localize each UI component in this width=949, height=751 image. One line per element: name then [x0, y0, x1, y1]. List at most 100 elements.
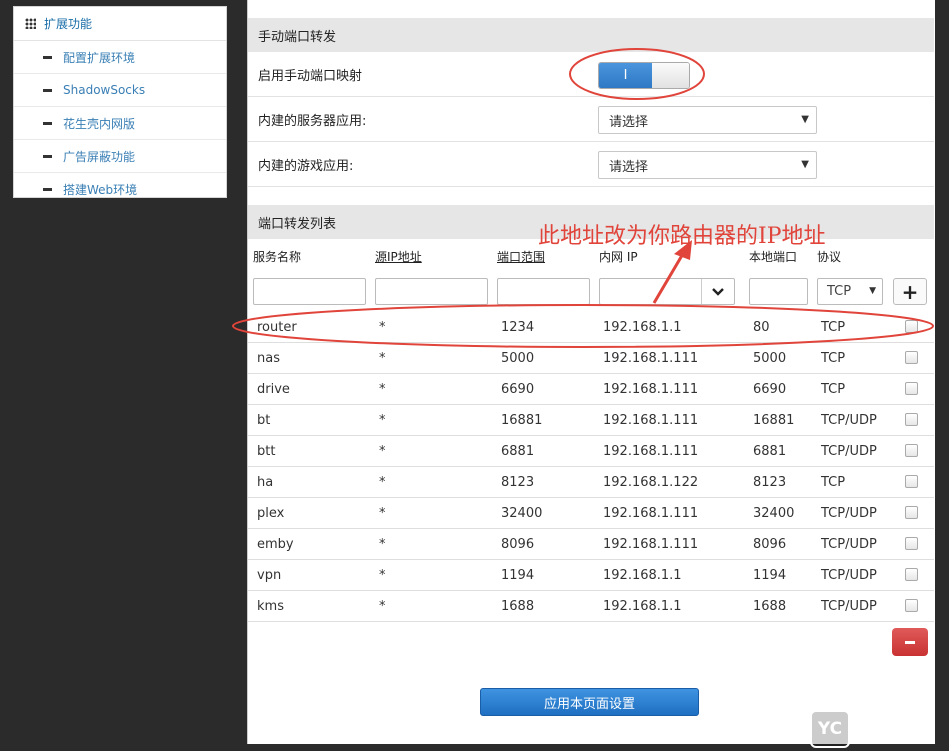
cell-src-ip: * — [379, 351, 386, 366]
table-row: drive * 6690 192.168.1.111 6690 TCP — [248, 374, 934, 405]
cell-lan-ip: 192.168.1.111 — [603, 444, 699, 459]
apply-settings-button[interactable]: 应用本页面设置 — [480, 688, 699, 716]
cell-src-ip: * — [379, 506, 386, 521]
server-app-select[interactable]: 请选择 ▼ — [598, 106, 817, 134]
sidebar-item-label: 搭建Web环境 — [63, 182, 138, 197]
sidebar: 扩展功能 配置扩展环境 ShadowSocks 花生壳内网版 广告屏蔽功能 搭建… — [13, 6, 227, 198]
table-row: nas * 5000 192.168.1.111 5000 TCP — [248, 343, 934, 374]
enable-label: 启用手动端口映射 — [258, 68, 363, 84]
cell-src-ip: * — [379, 475, 386, 490]
game-app-select[interactable]: 请选择 ▼ — [598, 151, 817, 179]
enable-toggle[interactable]: I — [598, 62, 690, 89]
game-app-label: 内建的游戏应用: — [258, 158, 354, 174]
watermark-line1: ©渊澄YC — [858, 711, 922, 729]
cell-port-range: 8096 — [501, 537, 535, 552]
cell-name: emby — [257, 537, 294, 552]
row-select-checkbox[interactable] — [905, 599, 918, 612]
new-src-ip-input[interactable] — [375, 278, 488, 305]
lan-ip-dropdown-button[interactable] — [701, 279, 734, 304]
new-name-input[interactable] — [253, 278, 366, 305]
delete-rule-button[interactable] — [892, 628, 928, 656]
row-select-checkbox[interactable] — [905, 568, 918, 581]
cell-local-port: 6881 — [753, 444, 787, 459]
add-rule-button[interactable]: + — [893, 278, 927, 305]
table-row: emby * 8096 192.168.1.111 8096 TCP/UDP — [248, 529, 934, 560]
sidebar-item-peanut-shell[interactable]: 花生壳内网版 — [14, 107, 226, 140]
enable-row: 启用手动端口映射 — [248, 52, 934, 97]
cell-local-port: 1688 — [753, 599, 787, 614]
cell-protocol: TCP/UDP — [821, 444, 877, 459]
manual-forward-header: 手动端口转发 — [248, 18, 934, 52]
select-value: 请选择 — [609, 114, 649, 130]
cell-protocol: TCP — [821, 320, 846, 335]
cell-port-range: 32400 — [501, 506, 543, 521]
dropdown-arrow-icon: ▼ — [801, 159, 809, 170]
table-row: router * 1234 192.168.1.1 80 TCP — [248, 312, 934, 343]
column-header-port-range[interactable]: 端口范围 — [497, 248, 545, 265]
cell-name: btt — [257, 444, 276, 459]
sidebar-item-config[interactable]: 配置扩展环境 — [14, 41, 226, 74]
cell-name: drive — [257, 382, 290, 397]
toggle-off-part — [652, 63, 689, 88]
cell-local-port: 80 — [753, 320, 770, 335]
cell-port-range: 6881 — [501, 444, 535, 459]
cell-name: router — [257, 320, 297, 335]
cell-name: plex — [257, 506, 285, 521]
row-select-checkbox[interactable] — [905, 320, 918, 333]
cell-protocol: TCP/UDP — [821, 599, 877, 614]
cell-name: kms — [257, 599, 284, 614]
chevron-down-icon — [712, 287, 724, 296]
new-local-port-input[interactable] — [749, 278, 808, 305]
cell-local-port: 16881 — [753, 413, 795, 428]
cell-protocol: TCP/UDP — [821, 537, 877, 552]
column-header-local-port: 本地端口 — [749, 250, 798, 264]
cell-name: nas — [257, 351, 280, 366]
sidebar-item-label: 花生壳内网版 — [63, 116, 136, 131]
table-row: vpn * 1194 192.168.1.1 1194 TCP/UDP — [248, 560, 934, 591]
server-app-row: 内建的服务器应用: — [248, 97, 934, 142]
new-port-range-input[interactable] — [497, 278, 590, 305]
cell-port-range: 8123 — [501, 475, 535, 490]
row-select-checkbox[interactable] — [905, 537, 918, 550]
new-protocol-select[interactable]: TCP ▼ — [817, 278, 883, 305]
row-select-checkbox[interactable] — [905, 413, 918, 426]
cell-src-ip: * — [379, 599, 386, 614]
cell-port-range: 1688 — [501, 599, 535, 614]
cell-protocol: TCP — [821, 382, 846, 397]
cell-port-range: 6690 — [501, 382, 535, 397]
cell-lan-ip: 192.168.1.111 — [603, 506, 699, 521]
dash-icon — [43, 88, 52, 92]
cell-src-ip: * — [379, 444, 386, 459]
watermark-logo: YC — [810, 710, 850, 748]
row-select-checkbox[interactable] — [905, 444, 918, 457]
column-header-name: 服务名称 — [253, 250, 302, 264]
cell-lan-ip: 192.168.1.111 — [603, 382, 699, 397]
dash-icon — [43, 121, 52, 125]
cell-src-ip: * — [379, 568, 386, 583]
column-header-lan-ip: 内网 IP — [599, 250, 638, 264]
new-lan-ip-input[interactable] — [599, 278, 735, 305]
sidebar-item-shadowsocks[interactable]: ShadowSocks — [14, 74, 226, 107]
sidebar-header-label: 扩展功能 — [44, 17, 93, 31]
main-panel: 手动端口转发 启用手动端口映射 I 内建的服务器应用: 请选择 ▼ 内建的游戏应… — [247, 0, 935, 744]
table-row: btt * 6881 192.168.1.111 6881 TCP/UDP — [248, 436, 934, 467]
toggle-on-part: I — [599, 63, 652, 88]
sidebar-item-adblock[interactable]: 广告屏蔽功能 — [14, 140, 226, 173]
cell-local-port: 8096 — [753, 537, 787, 552]
cell-port-range: 1234 — [501, 320, 535, 335]
cell-local-port: 32400 — [753, 506, 795, 521]
minus-icon — [905, 640, 915, 644]
column-header-protocol: 协议 — [817, 250, 842, 264]
sidebar-item-label: 广告屏蔽功能 — [63, 149, 136, 164]
row-select-checkbox[interactable] — [905, 475, 918, 488]
select-value: TCP — [827, 284, 852, 299]
cell-protocol: TCP — [821, 475, 846, 490]
cell-name: bt — [257, 413, 271, 428]
row-select-checkbox[interactable] — [905, 351, 918, 364]
cell-name: vpn — [257, 568, 282, 583]
sidebar-item-web-env[interactable]: 搭建Web环境 — [14, 173, 226, 205]
row-select-checkbox[interactable] — [905, 506, 918, 519]
column-header-src-ip[interactable]: 源IP地址 — [375, 248, 422, 265]
sidebar-header[interactable]: 扩展功能 — [14, 7, 226, 41]
row-select-checkbox[interactable] — [905, 382, 918, 395]
